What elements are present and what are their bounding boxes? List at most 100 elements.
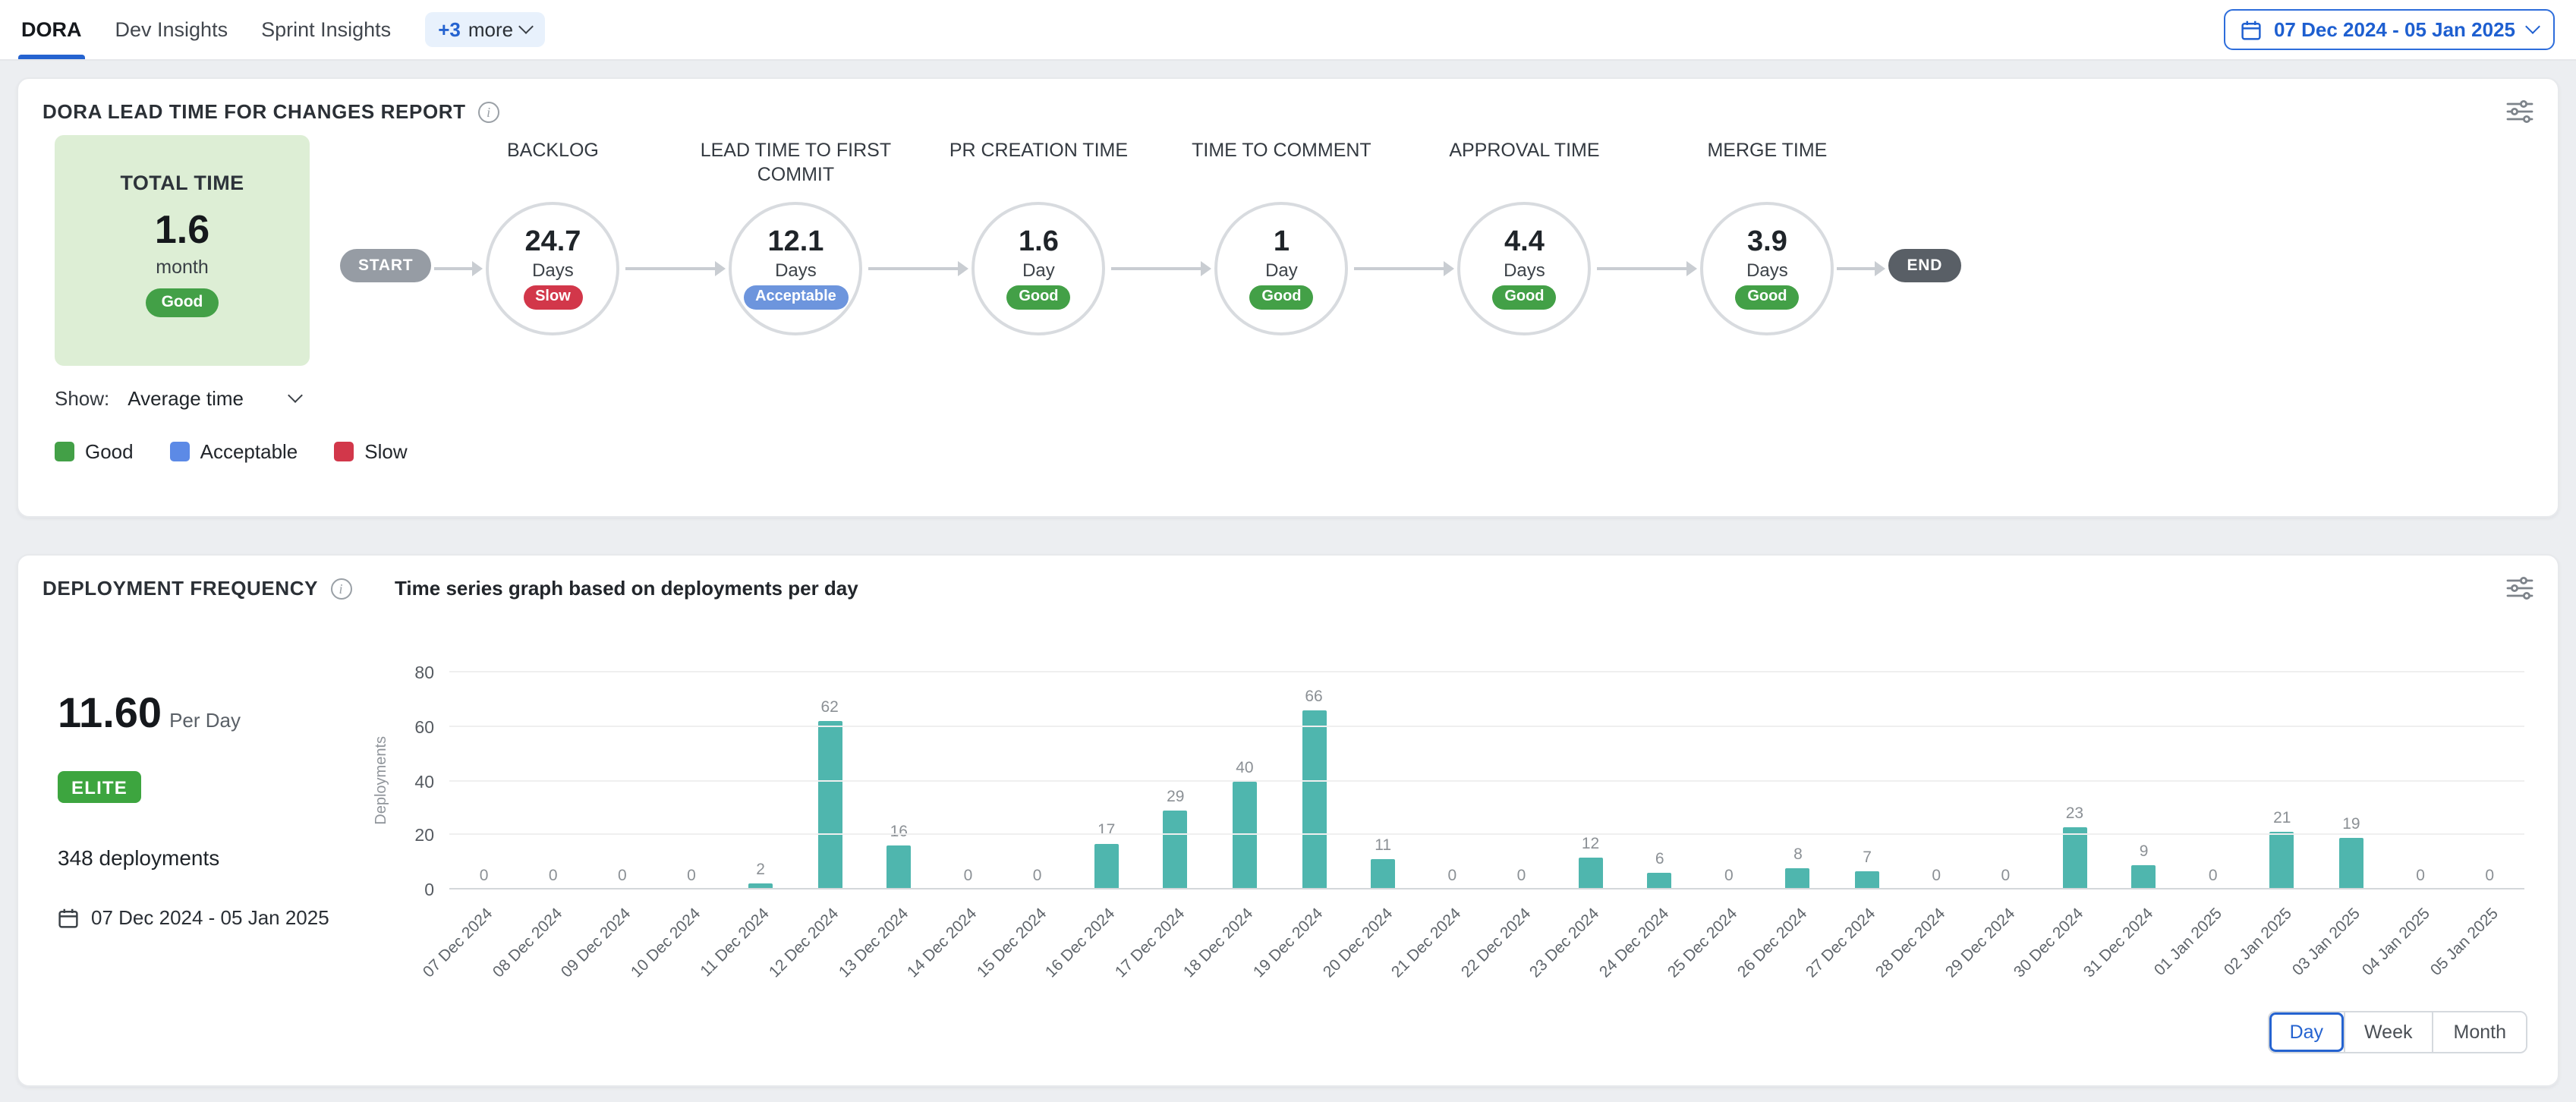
bar[interactable] — [1094, 843, 1119, 889]
granularity-month[interactable]: Month — [2433, 1012, 2527, 1052]
granularity-toggle: DayWeekMonth — [2269, 1011, 2527, 1053]
x-axis-label: 19 Dec 2024 — [1250, 905, 1327, 981]
bar-value-label: 23 — [2066, 804, 2083, 823]
tab-dev-insights[interactable]: Dev Insights — [115, 0, 228, 59]
stage-label: MERGE TIME — [1659, 135, 1875, 202]
stage-pr-creation-time: PR CREATION TIME1.6DayGood — [917, 135, 1160, 335]
total-deployments: 348 deployments — [58, 845, 422, 870]
stage-unit: Day — [1265, 260, 1298, 281]
total-status-badge: Good — [146, 288, 219, 316]
granularity-week[interactable]: Week — [2343, 1012, 2432, 1052]
stage-time-to-comment: TIME TO COMMENT1DayGood — [1160, 135, 1403, 335]
lead-time-card-header: DORA LEAD TIME FOR CHANGES REPORT — [18, 79, 2558, 123]
bar[interactable] — [1855, 871, 1879, 889]
bar[interactable] — [2270, 833, 2294, 889]
bar-slot: 029 Dec 2024 — [1971, 672, 2040, 889]
more-tabs-pill[interactable]: +3 more — [424, 12, 545, 47]
bar-slot: 021 Dec 2024 — [1418, 672, 1487, 889]
tab-sprint-insights[interactable]: Sprint Insights — [261, 0, 391, 59]
bar-value-label: 29 — [1167, 788, 1184, 806]
bar[interactable] — [1371, 860, 1395, 889]
bar-value-label: 16 — [890, 823, 908, 842]
status-badge: Good — [1735, 285, 1799, 310]
flow-arrow-icon — [434, 267, 480, 270]
date-range-picker[interactable]: 07 Dec 2024 - 05 Jan 2025 — [2224, 9, 2555, 50]
bar[interactable] — [886, 846, 911, 889]
x-axis-label: 29 Dec 2024 — [1941, 905, 2018, 981]
info-icon[interactable] — [478, 101, 499, 122]
stage-value: 1.6 — [1019, 228, 1059, 258]
legend-swatch — [55, 442, 74, 461]
bar-slot: 1716 Dec 2024 — [1072, 672, 1141, 889]
x-axis-label: 14 Dec 2024 — [904, 905, 981, 981]
legend-label: Good — [85, 440, 134, 463]
status-badge: Acceptable — [743, 285, 849, 310]
tab-dora[interactable]: DORA — [21, 0, 82, 59]
x-axis-label: 05 Jan 2025 — [2427, 905, 2502, 980]
x-axis-label: 12 Dec 2024 — [766, 905, 842, 981]
x-axis-label: 21 Dec 2024 — [1388, 905, 1465, 981]
calendar-icon — [2241, 19, 2262, 40]
deployment-card-header: DEPLOYMENT FREQUENCY Time series graph b… — [18, 556, 2558, 600]
bar[interactable] — [817, 721, 842, 889]
chevron-down-icon — [518, 19, 534, 34]
bar[interactable] — [1164, 811, 1188, 889]
bar[interactable] — [1648, 874, 1672, 889]
bar-value-label: 2 — [756, 861, 765, 880]
x-axis-label: 28 Dec 2024 — [1872, 905, 1949, 981]
bar[interactable] — [2062, 827, 2086, 889]
granularity-day[interactable]: Day — [2270, 1012, 2343, 1052]
chart-subtitle: Time series graph based on deployments p… — [395, 577, 858, 600]
show-dropdown[interactable]: Average time — [128, 387, 300, 410]
bar-value-label: 7 — [1863, 848, 1872, 866]
status-badge: Slow — [523, 285, 583, 310]
stage-circle: 24.7DaysSlow — [486, 202, 619, 335]
bar-slot: 1903 Jan 2025 — [2316, 672, 2385, 889]
gridline — [449, 888, 2524, 889]
bar-slot: 015 Dec 2024 — [1003, 672, 1072, 889]
stage-circle: 12.1DaysAcceptable — [729, 202, 862, 335]
deployment-date-range: 07 Dec 2024 - 05 Jan 2025 — [58, 906, 422, 929]
bar[interactable] — [2132, 865, 2156, 889]
y-tick-label: 20 — [376, 828, 434, 846]
bar[interactable] — [2339, 838, 2363, 889]
bar-slot: 826 Dec 2024 — [1763, 672, 1832, 889]
bar-value-label: 12 — [1582, 834, 1599, 852]
x-axis-label: 03 Jan 2025 — [2289, 905, 2364, 980]
bar-slot: 022 Dec 2024 — [1487, 672, 1556, 889]
status-badge: Good — [1492, 285, 1556, 310]
bar-slot: 2102 Jan 2025 — [2247, 672, 2316, 889]
bar-value-label: 9 — [2140, 842, 2149, 861]
y-tick-label: 60 — [376, 719, 434, 738]
chart-plot: 007 Dec 2024008 Dec 2024009 Dec 2024010 … — [449, 672, 2524, 889]
bar-value-label: 40 — [1236, 758, 1253, 776]
stage-unit: Days — [532, 260, 574, 281]
chevron-down-icon — [287, 388, 302, 403]
bar[interactable] — [1579, 857, 1603, 889]
stage-label: BACKLOG — [445, 135, 660, 202]
bar[interactable] — [1302, 710, 1326, 889]
stage-value: 3.9 — [1747, 228, 1787, 258]
x-axis-label: 09 Dec 2024 — [559, 905, 635, 981]
legend-item-good: Good — [55, 440, 134, 463]
x-axis-label: 17 Dec 2024 — [1112, 905, 1189, 981]
bar-slot: 6212 Dec 2024 — [795, 672, 864, 889]
bar-slot: 2917 Dec 2024 — [1141, 672, 1210, 889]
bar-slot: 1223 Dec 2024 — [1556, 672, 1625, 889]
bar-value-label: 11 — [1375, 837, 1391, 855]
legend-label: Slow — [364, 440, 407, 463]
tab-bar: DORA Dev Insights Sprint Insights +3 more — [21, 0, 545, 59]
bar[interactable] — [1233, 781, 1257, 889]
tier-badge: ELITE — [58, 771, 141, 803]
bar[interactable] — [1786, 867, 1810, 889]
stage-value: 4.4 — [1504, 228, 1545, 258]
stage-value: 12.1 — [767, 228, 824, 258]
bar-slot: 005 Jan 2025 — [2455, 672, 2524, 889]
settings-sliders-icon[interactable] — [2506, 100, 2533, 123]
stage-unit: Day — [1022, 260, 1055, 281]
settings-sliders-icon[interactable] — [2506, 577, 2533, 600]
info-icon[interactable] — [330, 578, 351, 599]
bar-value-label: 0 — [2209, 867, 2218, 885]
show-label: Show: — [55, 387, 109, 410]
show-row: Show: Average time — [55, 387, 2558, 410]
